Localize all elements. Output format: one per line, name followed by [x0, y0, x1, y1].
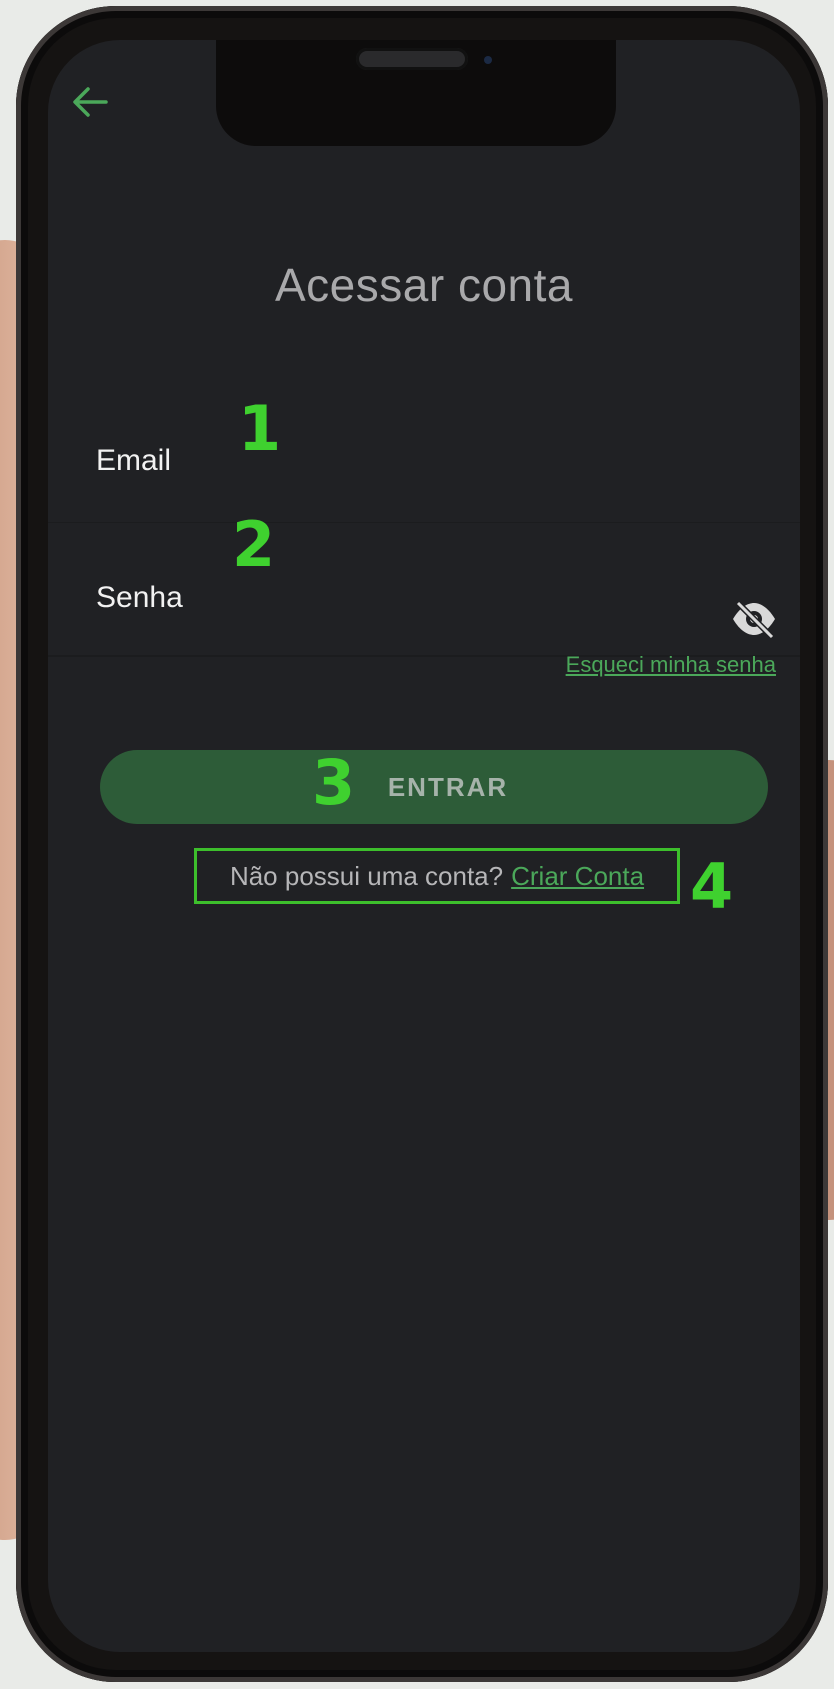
create-account-link[interactable]: Criar Conta [511, 861, 644, 892]
arrow-left-icon [73, 87, 108, 117]
login-button-label: ENTRAR [387, 771, 509, 802]
email-label: Email [96, 444, 172, 477]
toggle-password-visibility-button[interactable] [730, 599, 778, 640]
annotation-marker-3: 3 [312, 746, 355, 819]
eye-off-icon [733, 600, 775, 640]
password-label: Senha [96, 581, 183, 614]
email-field[interactable]: Email [48, 390, 800, 524]
speaker-grille [356, 48, 468, 70]
back-button[interactable] [68, 80, 112, 124]
signup-prompt: Não possui uma conta? Criar Conta [194, 848, 680, 904]
annotation-marker-4: 4 [690, 850, 733, 923]
password-field[interactable]: Senha [48, 523, 800, 657]
login-button[interactable]: ENTRAR [100, 750, 768, 824]
page-title: Acessar conta [275, 259, 573, 311]
signup-prompt-text: Não possui uma conta? [229, 860, 504, 891]
phone-notch [216, 40, 616, 146]
app-screen: Acessar conta Email Senha Esqueci minha … [48, 40, 800, 1652]
annotation-marker-2: 2 [232, 508, 275, 581]
forgot-password-link[interactable]: Esqueci minha senha [566, 652, 776, 678]
front-camera [484, 56, 492, 64]
annotation-marker-1: 1 [238, 392, 281, 465]
